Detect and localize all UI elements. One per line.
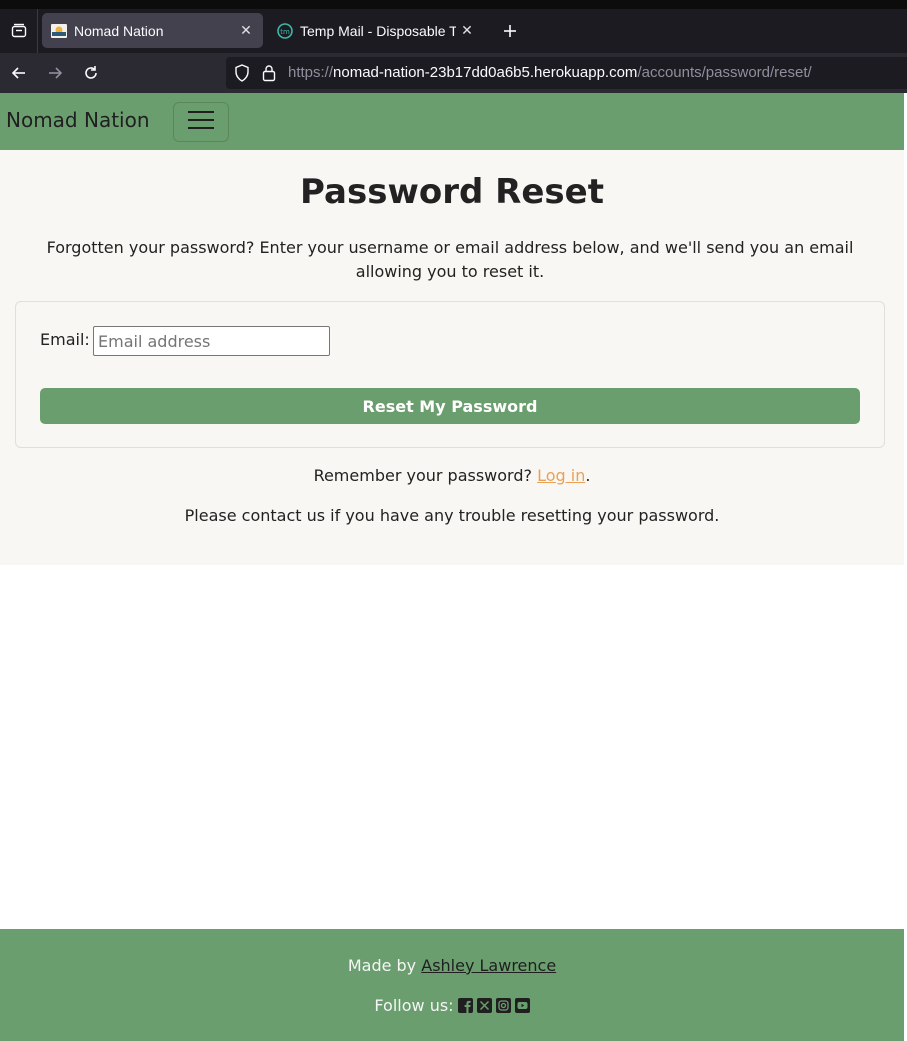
tab-list-icon[interactable] bbox=[0, 9, 38, 53]
facebook-icon[interactable] bbox=[457, 998, 473, 1013]
plus-icon[interactable] bbox=[497, 18, 523, 44]
site-navbar: Nomad Nation bbox=[0, 93, 904, 150]
temp-mail-favicon-icon: tm bbox=[277, 22, 293, 39]
tabstrip-topline bbox=[0, 0, 907, 9]
site-footer: Made by Ashley Lawrence Follow us: bbox=[0, 929, 904, 1041]
close-icon[interactable]: ✕ bbox=[456, 22, 478, 39]
follow-us: Follow us: bbox=[0, 996, 904, 1015]
reload-icon[interactable] bbox=[77, 59, 105, 87]
instagram-icon[interactable] bbox=[495, 998, 511, 1013]
tab-nomad-nation[interactable]: Nomad Nation ✕ bbox=[42, 13, 263, 48]
email-label: Email: bbox=[40, 330, 90, 349]
remember-suffix: . bbox=[585, 466, 591, 485]
nomad-nation-favicon-icon bbox=[51, 23, 67, 39]
made-by-label: Made by bbox=[347, 956, 417, 975]
tab-title: Temp Mail - Disposable Te bbox=[300, 22, 456, 39]
brand-logo[interactable]: Nomad Nation bbox=[6, 108, 150, 132]
author-link[interactable]: Ashley Lawrence bbox=[421, 956, 556, 975]
url-path: /accounts/password/reset/ bbox=[637, 64, 812, 81]
made-by-text: Made by Ashley Lawrence bbox=[0, 956, 904, 975]
main-content: Password Reset Forgotten your password? … bbox=[0, 150, 904, 565]
url-bar[interactable]: https://nomad-nation-23b17dd0a6b5.heroku… bbox=[226, 57, 907, 89]
reset-password-button[interactable]: Reset My Password bbox=[40, 388, 860, 424]
login-link[interactable]: Log in bbox=[537, 466, 585, 485]
navbar-toggler-button[interactable] bbox=[173, 102, 229, 142]
email-field[interactable] bbox=[93, 326, 330, 356]
forward-arrow-icon[interactable] bbox=[41, 59, 69, 87]
follow-label: Follow us: bbox=[374, 996, 454, 1015]
password-reset-form: Email: Reset My Password bbox=[15, 301, 885, 448]
youtube-icon[interactable] bbox=[514, 998, 530, 1013]
contact-text: Please contact us if you have any troubl… bbox=[184, 506, 720, 525]
lock-icon[interactable] bbox=[262, 64, 276, 86]
remember-label: Remember your password? bbox=[313, 466, 532, 485]
tab-temp-mail[interactable]: tm Temp Mail - Disposable Te ✕ bbox=[268, 13, 484, 48]
hamburger-icon bbox=[187, 109, 215, 135]
tab-title: Nomad Nation bbox=[74, 22, 164, 39]
close-icon[interactable]: ✕ bbox=[235, 22, 257, 39]
back-arrow-icon[interactable] bbox=[5, 59, 33, 87]
svg-text:tm: tm bbox=[280, 28, 290, 36]
url-scheme: https:// bbox=[288, 64, 334, 81]
browser-tabstrip: Nomad Nation ✕ tm Temp Mail - Disposable… bbox=[0, 0, 907, 53]
shield-icon[interactable] bbox=[234, 64, 250, 86]
page-title: Password Reset bbox=[300, 172, 604, 212]
url-host: nomad-nation-23b17dd0a6b5.herokuapp.com bbox=[333, 64, 638, 81]
x-icon[interactable] bbox=[476, 998, 492, 1013]
remember-password-text: Remember your password? Log in. bbox=[0, 466, 904, 485]
url-text: https://nomad-nation-23b17dd0a6b5.heroku… bbox=[288, 64, 812, 81]
intro-text: Forgotten your password? Enter your user… bbox=[46, 238, 854, 281]
